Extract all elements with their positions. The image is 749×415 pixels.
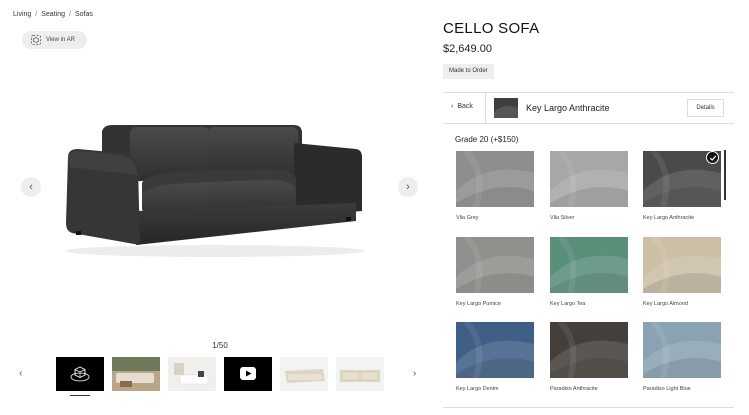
divider xyxy=(443,407,734,408)
sofa-thumbnail-image xyxy=(336,357,384,391)
fabric-swatch-label: Paradiso Light Blue xyxy=(643,386,691,392)
ar-cube-icon xyxy=(31,35,41,45)
fabric-swatch-label: Paradiso Anthracite xyxy=(550,386,598,392)
back-label: Back xyxy=(457,103,473,110)
details-button[interactable]: Details xyxy=(687,99,724,117)
fabric-swatch[interactable]: Key Largo Almond xyxy=(643,237,721,307)
swatch-scrollbar[interactable] xyxy=(724,150,726,200)
fabric-swatch-image xyxy=(550,322,628,378)
thumb-lifestyle-1[interactable] xyxy=(112,357,160,391)
breadcrumb-sofas[interactable]: Sofas xyxy=(75,11,93,18)
chevron-right-icon: › xyxy=(406,181,410,193)
gallery-next-button[interactable]: › xyxy=(398,177,418,197)
fabric-swatch-label: Key Largo Pumice xyxy=(456,301,501,307)
chevron-left-icon: ‹ xyxy=(29,181,33,193)
thumb-sofa-cream-1[interactable] xyxy=(280,357,328,391)
breadcrumb-seating[interactable]: Seating xyxy=(41,11,65,18)
thumb-sofa-cream-2[interactable] xyxy=(336,357,384,391)
product-title: CELLO SOFA xyxy=(443,20,540,37)
grade-heading: Grade 20 (+$150) xyxy=(455,135,519,144)
cube-3d-icon xyxy=(70,366,90,382)
fabric-swatch-label: Key Largo Tea xyxy=(550,301,586,307)
fabric-swatch-image xyxy=(456,237,534,293)
view-in-ar-label: View in AR xyxy=(46,37,75,43)
checkmark-icon xyxy=(706,151,719,164)
fabric-swatch[interactable]: Key Largo Anthracite xyxy=(643,151,721,221)
fabric-swatch-image xyxy=(456,151,534,207)
selected-fabric-swatch xyxy=(494,98,518,118)
breadcrumb-separator: / xyxy=(35,11,38,18)
thumbnail-strip xyxy=(56,357,384,391)
fabric-swatch[interactable]: Paradiso Light Blue xyxy=(643,322,721,392)
breadcrumb-living[interactable]: Living xyxy=(13,11,31,18)
fabric-swatch-image xyxy=(456,322,534,378)
thumb-video[interactable] xyxy=(224,357,272,391)
fabric-swatch[interactable]: Key Largo Denim xyxy=(456,322,534,392)
divider xyxy=(485,93,486,123)
thumbs-next-icon[interactable]: › xyxy=(413,368,416,379)
fabric-swatch-label: Key Largo Anthracite xyxy=(643,215,695,221)
product-hero-image[interactable] xyxy=(50,105,380,275)
fabric-swatch-image xyxy=(643,237,721,293)
fabric-selector-bar: ‹ Back Key Largo Anthracite Details xyxy=(443,92,734,124)
fabric-swatch[interactable]: Key Largo Tea xyxy=(550,237,628,307)
lifestyle-thumbnail-image xyxy=(168,357,216,391)
lifestyle-thumbnail-image xyxy=(112,357,160,391)
view-in-ar-button[interactable]: View in AR xyxy=(22,31,87,49)
fabric-swatch[interactable]: Paradiso Anthracite xyxy=(550,322,628,392)
fabric-swatch[interactable]: Vila Silver xyxy=(550,151,628,221)
fabric-swatch-image xyxy=(643,151,721,207)
play-icon xyxy=(240,367,256,380)
gallery-prev-button[interactable]: ‹ xyxy=(21,177,41,197)
product-price: $2,649.00 xyxy=(443,43,492,55)
back-button[interactable]: ‹ Back xyxy=(451,103,473,110)
active-thumb-indicator xyxy=(70,395,90,396)
breadcrumb: Living / Seating / Sofas xyxy=(13,11,93,18)
thumb-lifestyle-2[interactable] xyxy=(168,357,216,391)
thumbs-prev-icon[interactable]: ‹ xyxy=(19,368,22,379)
breadcrumb-separator: / xyxy=(69,11,71,18)
fabric-swatch-label: Vila Grey xyxy=(456,215,479,221)
selected-fabric-name: Key Largo Anthracite xyxy=(526,103,610,113)
fabric-swatch[interactable]: Key Largo Pumice xyxy=(456,237,534,307)
fabric-swatch-label: Vila Silver xyxy=(550,215,575,221)
sofa-thumbnail-image xyxy=(280,357,328,391)
fabric-swatch-image xyxy=(643,322,721,378)
fabric-swatch-image xyxy=(550,151,628,207)
chevron-left-icon: ‹ xyxy=(451,103,454,110)
fabric-swatch-label: Key Largo Denim xyxy=(456,386,499,392)
thumb-ar-3d[interactable] xyxy=(56,357,104,391)
gallery-counter: 1/50 xyxy=(212,341,228,350)
fabric-swatch[interactable]: Vila Grey xyxy=(456,151,534,221)
made-to-order-badge: Made to Order xyxy=(443,64,494,79)
fabric-swatch-image xyxy=(550,237,628,293)
fabric-swatch-label: Key Largo Almond xyxy=(643,301,688,307)
